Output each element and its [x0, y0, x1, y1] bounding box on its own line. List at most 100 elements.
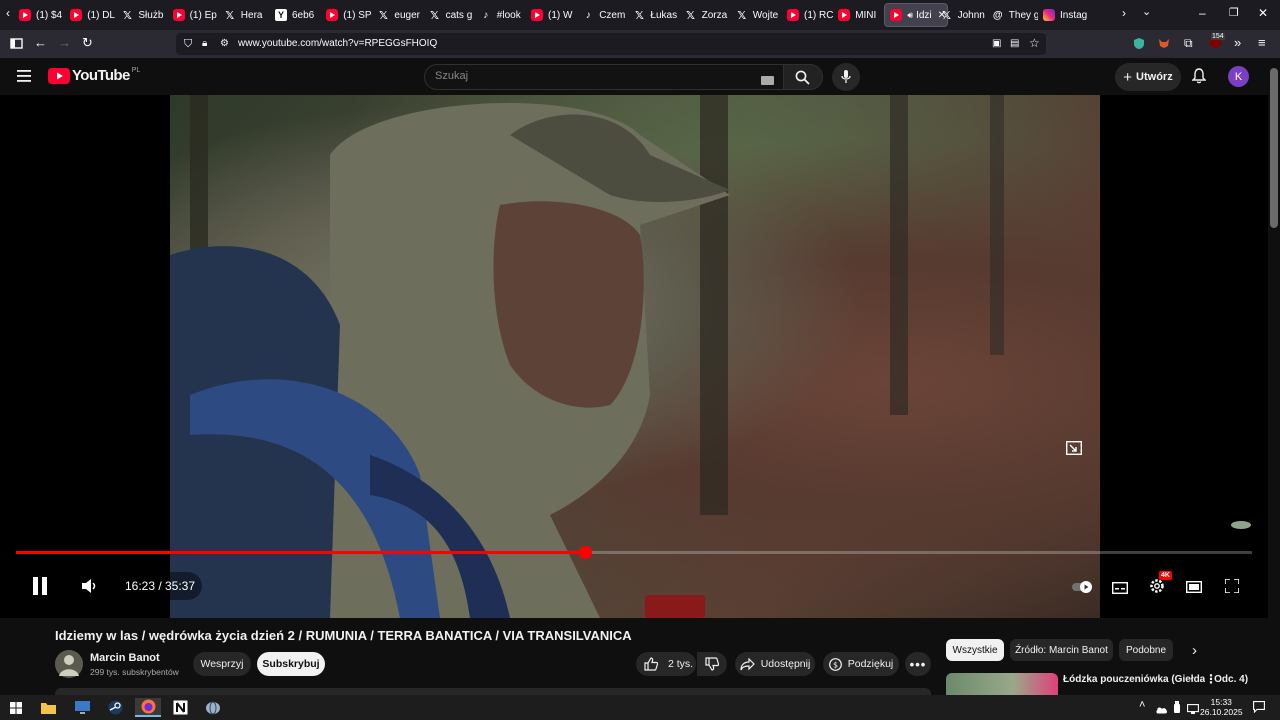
- browser-tab[interactable]: 𝕏 Johnn: [941, 3, 987, 27]
- speaker-playing-icon[interactable]: 🔊︎: [907, 10, 913, 21]
- voice-search-button[interactable]: [832, 63, 860, 91]
- create-button[interactable]: + Utwórz: [1115, 63, 1181, 91]
- browser-tab[interactable]: (1) Ep: [172, 3, 219, 27]
- browser-tab[interactable]: (1) RC: [787, 3, 833, 27]
- browser-tab[interactable]: 𝕏 Łukas: [633, 3, 679, 27]
- overflow-chevrons-icon[interactable]: »: [1234, 36, 1241, 50]
- minimize-icon[interactable]: –: [1199, 6, 1206, 20]
- support-button[interactable]: Wesprzyj: [193, 652, 251, 676]
- sidebar-toggle-icon[interactable]: [10, 37, 23, 53]
- progress-bar[interactable]: [16, 546, 1252, 559]
- browser-tab[interactable]: MINI: [838, 3, 884, 27]
- permissions-icon[interactable]: ⚙︎: [220, 37, 229, 51]
- browser-tab[interactable]: ♪ Czem: [582, 3, 628, 27]
- fullscreen-button[interactable]: [1224, 578, 1240, 598]
- taskbar-app[interactable]: [203, 698, 223, 717]
- notifications-bell-icon[interactable]: [1191, 68, 1207, 89]
- description-box[interactable]: [55, 688, 931, 695]
- info-card-icon[interactable]: [1065, 440, 1083, 460]
- channel-avatar[interactable]: [55, 650, 83, 678]
- taskbar-file-explorer[interactable]: [38, 698, 58, 717]
- browser-tab[interactable]: @ They g: [992, 3, 1038, 27]
- youtube-logo[interactable]: YouTube PL: [48, 67, 140, 84]
- url-text[interactable]: www.youtube.com/watch?v=RPEGGsFHOIQ: [238, 38, 437, 49]
- chips-next-chevron-icon[interactable]: ›: [1192, 642, 1197, 659]
- thanks-button[interactable]: $ Podziękuj: [823, 652, 899, 676]
- pip-icon[interactable]: ▣: [992, 37, 1001, 51]
- taskbar-steam[interactable]: [105, 698, 125, 717]
- browser-tab[interactable]: Y 6eb6: [275, 3, 321, 27]
- search-button[interactable]: [783, 64, 823, 90]
- channel-name[interactable]: Marcin Banot: [90, 652, 160, 664]
- taskbar-firefox[interactable]: [135, 698, 161, 717]
- extensions-puzzle-icon[interactable]: ⧉: [1184, 36, 1193, 50]
- browser-tab[interactable]: (1) SP: [326, 3, 372, 27]
- share-button[interactable]: Udostępnij: [735, 652, 815, 676]
- bookmark-star-icon[interactable]: ☆: [1029, 36, 1040, 50]
- autoplay-toggle[interactable]: [1072, 580, 1092, 598]
- video-player[interactable]: 16:23 / 35:37 4K: [0, 95, 1268, 618]
- tray-cloud-icon[interactable]: [1155, 701, 1168, 719]
- subscribe-button[interactable]: Subskrybuj: [257, 652, 325, 676]
- browser-tab[interactable]: 𝕏 Hera: [224, 3, 270, 27]
- browser-tab[interactable]: 𝕏 Służb: [121, 3, 167, 27]
- like-button[interactable]: 2 tys.: [636, 652, 696, 676]
- browser-tab[interactable]: (1) DL: [70, 3, 116, 27]
- tracking-shield-icon[interactable]: ⛉: [184, 37, 192, 51]
- tab-scroll-right-icon[interactable]: ›: [1122, 6, 1126, 20]
- more-actions-button[interactable]: •••: [905, 652, 931, 676]
- browser-tab[interactable]: 𝕏 Zorza: [685, 3, 731, 27]
- tab-scroll-left-icon[interactable]: ‹: [6, 6, 10, 20]
- search-input[interactable]: Szukaj: [435, 70, 468, 82]
- recommended-more-icon[interactable]: ⋮: [1205, 673, 1217, 685]
- volume-button[interactable]: [82, 579, 98, 598]
- tray-overflow-chevron-icon[interactable]: ˄: [1139, 699, 1145, 711]
- start-button[interactable]: [6, 698, 26, 717]
- keyboard-icon[interactable]: [761, 72, 774, 90]
- recommended-video-thumbnail[interactable]: [946, 673, 1058, 695]
- taskbar-notion[interactable]: [170, 698, 190, 717]
- search-box[interactable]: Szukaj: [424, 64, 784, 90]
- reader-view-icon[interactable]: ▤: [1010, 37, 1019, 51]
- chip-all[interactable]: Wszystkie: [946, 639, 1004, 661]
- dislike-button[interactable]: [697, 652, 727, 676]
- channel-watermark-icon[interactable]: [1230, 518, 1252, 536]
- video-frame[interactable]: [170, 95, 1100, 618]
- reload-icon[interactable]: ↻: [82, 36, 93, 50]
- settings-button[interactable]: [1149, 578, 1165, 599]
- close-window-icon[interactable]: ✕: [1258, 6, 1268, 20]
- extension-shield-icon[interactable]: [1133, 37, 1145, 53]
- chip-from-channel[interactable]: Źródło: Marcin Banot: [1010, 639, 1113, 661]
- notifications-center-icon[interactable]: [1253, 700, 1265, 718]
- url-bar[interactable]: ⛉ 🔒︎ ⚙︎ www.youtube.com/watch?v=RPEGGsFH…: [176, 33, 1046, 55]
- browser-tab[interactable]: ♪ #look: [480, 3, 526, 27]
- theater-mode-button[interactable]: [1185, 580, 1203, 598]
- browser-tab[interactable]: 🔊︎ Idzi ✕: [884, 3, 949, 27]
- taskbar-clock[interactable]: 15:33 26.10.2025: [1200, 697, 1243, 717]
- browser-tab[interactable]: 𝕏 Wojte: [736, 3, 782, 27]
- browser-tab[interactable]: 𝕏cats g: [429, 3, 475, 27]
- app-menu-icon[interactable]: ≡: [1258, 36, 1266, 50]
- tray-network-icon[interactable]: [1187, 701, 1199, 719]
- subtitles-button[interactable]: [1111, 581, 1129, 599]
- page-scrollbar[interactable]: [1268, 58, 1280, 695]
- browser-tab[interactable]: 𝕏euger: [377, 3, 423, 27]
- tab-list-chevron-icon[interactable]: ⌄: [1142, 5, 1151, 18]
- extension-fox-icon[interactable]: [1158, 37, 1170, 52]
- progress-scrubber-handle[interactable]: [579, 546, 592, 559]
- back-icon[interactable]: ←: [34, 36, 47, 50]
- recommended-video-title[interactable]: Łódzka pouczeniówka (Giełda - Odc. 4): [1063, 674, 1248, 685]
- lock-icon[interactable]: 🔒︎: [202, 37, 207, 51]
- pause-button[interactable]: [32, 577, 48, 600]
- taskbar-remote-desktop[interactable]: [72, 698, 92, 717]
- page-scrollbar-thumb[interactable]: [1270, 68, 1278, 228]
- chip-related[interactable]: Podobne: [1119, 639, 1173, 661]
- tray-usb-icon[interactable]: [1174, 700, 1180, 718]
- forward-icon[interactable]: →: [58, 36, 71, 50]
- browser-tab[interactable]: Instag: [1043, 3, 1089, 27]
- account-avatar[interactable]: K: [1228, 66, 1249, 87]
- maximize-icon[interactable]: ❐: [1229, 6, 1239, 19]
- browser-tab[interactable]: (1) W: [531, 3, 577, 27]
- guide-menu-icon[interactable]: [17, 69, 31, 87]
- browser-tab[interactable]: (1) $4: [19, 3, 65, 27]
